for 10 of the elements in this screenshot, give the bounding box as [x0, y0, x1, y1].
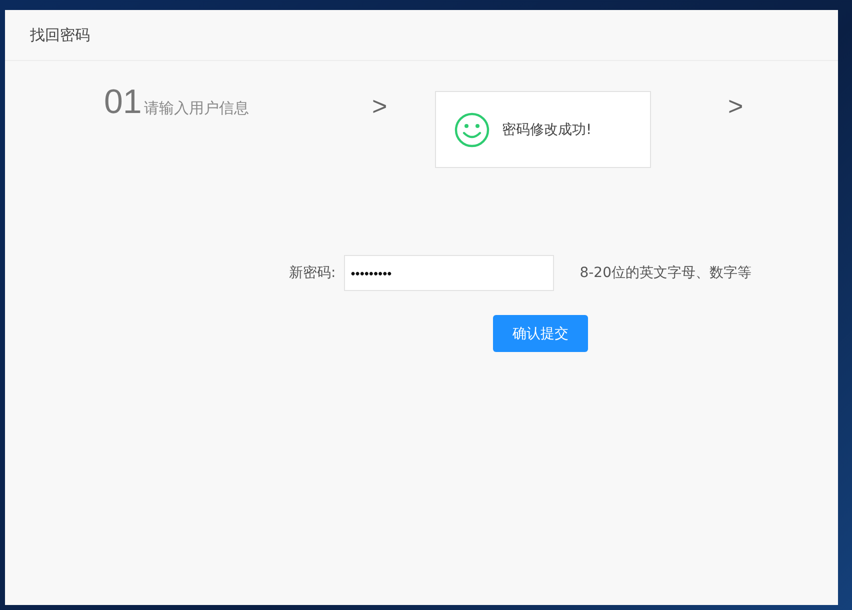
step-label: 请输入用户信息 [144, 99, 249, 118]
step-arrow: > [728, 93, 744, 119]
toast-text: 密码修改成功! [502, 120, 592, 138]
dialog-title: 找回密码 [30, 26, 90, 44]
field-label: 新密码: [289, 264, 336, 282]
step-number: 01 [104, 85, 142, 119]
field-hint: 8-20位的英文字母、数字等 [580, 264, 752, 282]
smiley-icon [454, 112, 490, 148]
step-arrow: > [372, 93, 388, 119]
password-field[interactable]: ••••••••• [344, 255, 554, 291]
